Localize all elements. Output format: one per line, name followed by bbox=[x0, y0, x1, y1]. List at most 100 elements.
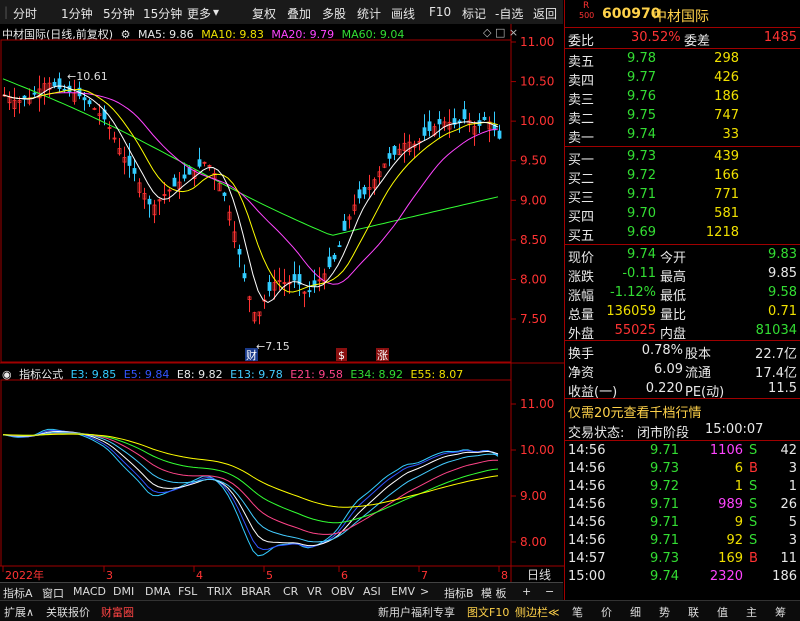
x-tick-label: 4 bbox=[196, 569, 203, 582]
toolbar-biaoji[interactable]: 标记 bbox=[462, 5, 486, 22]
tab-indicator-b[interactable]: 指标B bbox=[444, 585, 474, 601]
bid-volume: 581 bbox=[714, 206, 739, 221]
candle-body bbox=[362, 187, 367, 195]
tab-template[interactable]: 模 板 bbox=[481, 585, 507, 601]
key-zhu[interactable]: 主 bbox=[746, 604, 757, 620]
indicator-dropdown-icon[interactable]: ◉ bbox=[2, 368, 12, 381]
promo-row[interactable]: 仅需20元查看千档行情 bbox=[565, 401, 800, 421]
chart-settings-icon[interactable]: ⚙ bbox=[121, 28, 131, 41]
level2-promo[interactable]: 仅需20元查看千档行情 bbox=[568, 402, 702, 421]
tab-brar[interactable]: BRAR bbox=[241, 585, 271, 598]
tab-cr[interactable]: CR bbox=[283, 585, 298, 598]
tab-next[interactable]: > bbox=[420, 585, 429, 598]
tab-window[interactable]: 窗口 bbox=[42, 585, 64, 601]
restore-icon[interactable]: □ bbox=[495, 26, 505, 39]
toolbar-zixuan[interactable]: -自选 bbox=[495, 5, 523, 22]
tab-dmi[interactable]: DMI bbox=[113, 585, 134, 598]
tab-dma[interactable]: DMA bbox=[145, 585, 171, 598]
x-tick-label: 2022年 bbox=[5, 568, 44, 582]
close-icon[interactable]: × bbox=[509, 26, 518, 39]
diamond-icon[interactable]: ◇ bbox=[483, 26, 491, 39]
toolbar-huaxian[interactable]: 画线 bbox=[391, 5, 415, 22]
toolbar-fenshi[interactable]: 分时 bbox=[13, 5, 37, 22]
tab-macd[interactable]: MACD bbox=[73, 585, 106, 598]
ask-volume: 298 bbox=[714, 51, 739, 66]
key-jia[interactable]: 价 bbox=[601, 604, 612, 620]
stat-value: 9.83 bbox=[768, 247, 797, 262]
tab-indicator-a[interactable]: 指标A bbox=[3, 585, 33, 601]
ask-price: 9.77 bbox=[627, 70, 656, 85]
stat-value: 81034 bbox=[755, 323, 797, 338]
stat-value: 0.71 bbox=[768, 304, 797, 319]
fund-row: 净资 6.09 流通 17.4亿 bbox=[565, 361, 800, 381]
toolbar-1min[interactable]: 1分钟 bbox=[61, 5, 93, 22]
key-chou[interactable]: 筹 bbox=[775, 604, 786, 620]
stat-value: 55025 bbox=[614, 323, 656, 338]
stat-label: 最低 bbox=[660, 289, 687, 304]
y-tick-label: 7.50 bbox=[520, 312, 547, 326]
ask-volume: 186 bbox=[714, 89, 739, 104]
toolbar-f10[interactable]: F10 bbox=[429, 5, 451, 19]
stat-row: 现价 9.74 今开 9.83 bbox=[565, 246, 800, 266]
tab-zoom-in[interactable]: + bbox=[522, 585, 531, 598]
bid-label: 买五 bbox=[568, 229, 595, 244]
key-zhi[interactable]: 值 bbox=[717, 604, 728, 620]
toolbar-15min[interactable]: 15分钟 bbox=[143, 5, 182, 22]
x-tick-label: 6 bbox=[341, 569, 348, 582]
toolbar-tongji[interactable]: 统计 bbox=[357, 5, 381, 22]
ask-price: 9.76 bbox=[627, 89, 656, 104]
bid-row: 买二 9.72 166 bbox=[565, 167, 800, 187]
tick-volume: 1106 bbox=[709, 443, 743, 458]
candle-body bbox=[52, 81, 57, 87]
kline-chart[interactable]: 11.00 10.50 10.00 9.50 9.00 8.50 8.00 7.50 11.0… bbox=[0, 24, 564, 582]
toolbar-duogu[interactable]: 多股 bbox=[322, 5, 346, 22]
toolbar-back[interactable]: 返回 bbox=[533, 5, 557, 22]
key-bi[interactable]: 笔 bbox=[572, 604, 583, 620]
key-shi[interactable]: 势 bbox=[659, 604, 670, 620]
tick-volume: 1 bbox=[734, 479, 743, 494]
toolbar-fuquan[interactable]: 复权 bbox=[252, 5, 276, 22]
indicator-title[interactable]: 指标公式 bbox=[19, 368, 63, 381]
tab-asi[interactable]: ASI bbox=[363, 585, 381, 598]
f10-button[interactable]: 图文F10 bbox=[467, 604, 509, 620]
new-user-promo[interactable]: 新用户福利专享 bbox=[378, 604, 455, 620]
bid-row: 买三 9.71 771 bbox=[565, 186, 800, 206]
badge-500: 500 bbox=[579, 11, 595, 20]
toolbar-5min[interactable]: 5分钟 bbox=[103, 5, 135, 22]
related-quote-button[interactable]: 关联报价 bbox=[46, 604, 90, 620]
ask-label: 卖五 bbox=[568, 55, 595, 70]
y-tick-label: 9.50 bbox=[520, 154, 547, 168]
tab-vr[interactable]: VR bbox=[307, 585, 322, 598]
tick-volume: 92 bbox=[726, 533, 743, 548]
key-lian[interactable]: 联 bbox=[688, 604, 699, 620]
tab-zoom-out[interactable]: − bbox=[545, 585, 554, 598]
candle-body bbox=[387, 153, 392, 159]
candle-body bbox=[332, 254, 337, 260]
tick-time: 14:56 bbox=[568, 497, 606, 512]
e21-legend: E21: 9.58 bbox=[290, 368, 343, 381]
stock-name: 中材国际 bbox=[653, 9, 709, 25]
fund-value: 6.09 bbox=[654, 362, 683, 377]
candle-body bbox=[197, 159, 202, 167]
toolbar-more-arrow-icon[interactable]: ▾ bbox=[213, 5, 219, 19]
toolbar-diejia[interactable]: 叠加 bbox=[287, 5, 311, 22]
tab-trix[interactable]: TRIX bbox=[207, 585, 232, 598]
ask-volume: 33 bbox=[722, 127, 739, 142]
x-tick-label: 8 bbox=[501, 569, 508, 582]
tick-price: 9.73 bbox=[650, 551, 679, 566]
tab-fsl[interactable]: FSL bbox=[178, 585, 197, 598]
sidebar-toggle[interactable]: 侧边栏≪ bbox=[515, 604, 560, 620]
fund-row: 收益(一) 0.220 PE(动) 11.5 bbox=[565, 380, 800, 400]
tab-emv[interactable]: EMV bbox=[391, 585, 415, 598]
key-xi[interactable]: 细 bbox=[630, 604, 641, 620]
expand-button[interactable]: 扩展∧ bbox=[4, 604, 34, 620]
toolbar-more[interactable]: 更多 bbox=[187, 5, 211, 22]
tick-count: 1 bbox=[788, 479, 797, 494]
tab-obv[interactable]: OBV bbox=[331, 585, 354, 598]
weicha-value: 1485 bbox=[763, 30, 797, 45]
tick-time: 15:00 bbox=[568, 569, 606, 584]
wealth-circle-button[interactable]: 财富圈 bbox=[101, 604, 134, 620]
bid-row: 买五 9.69 1218 bbox=[565, 224, 800, 244]
tick-side: B bbox=[749, 551, 758, 566]
bid-price: 9.72 bbox=[627, 168, 656, 183]
